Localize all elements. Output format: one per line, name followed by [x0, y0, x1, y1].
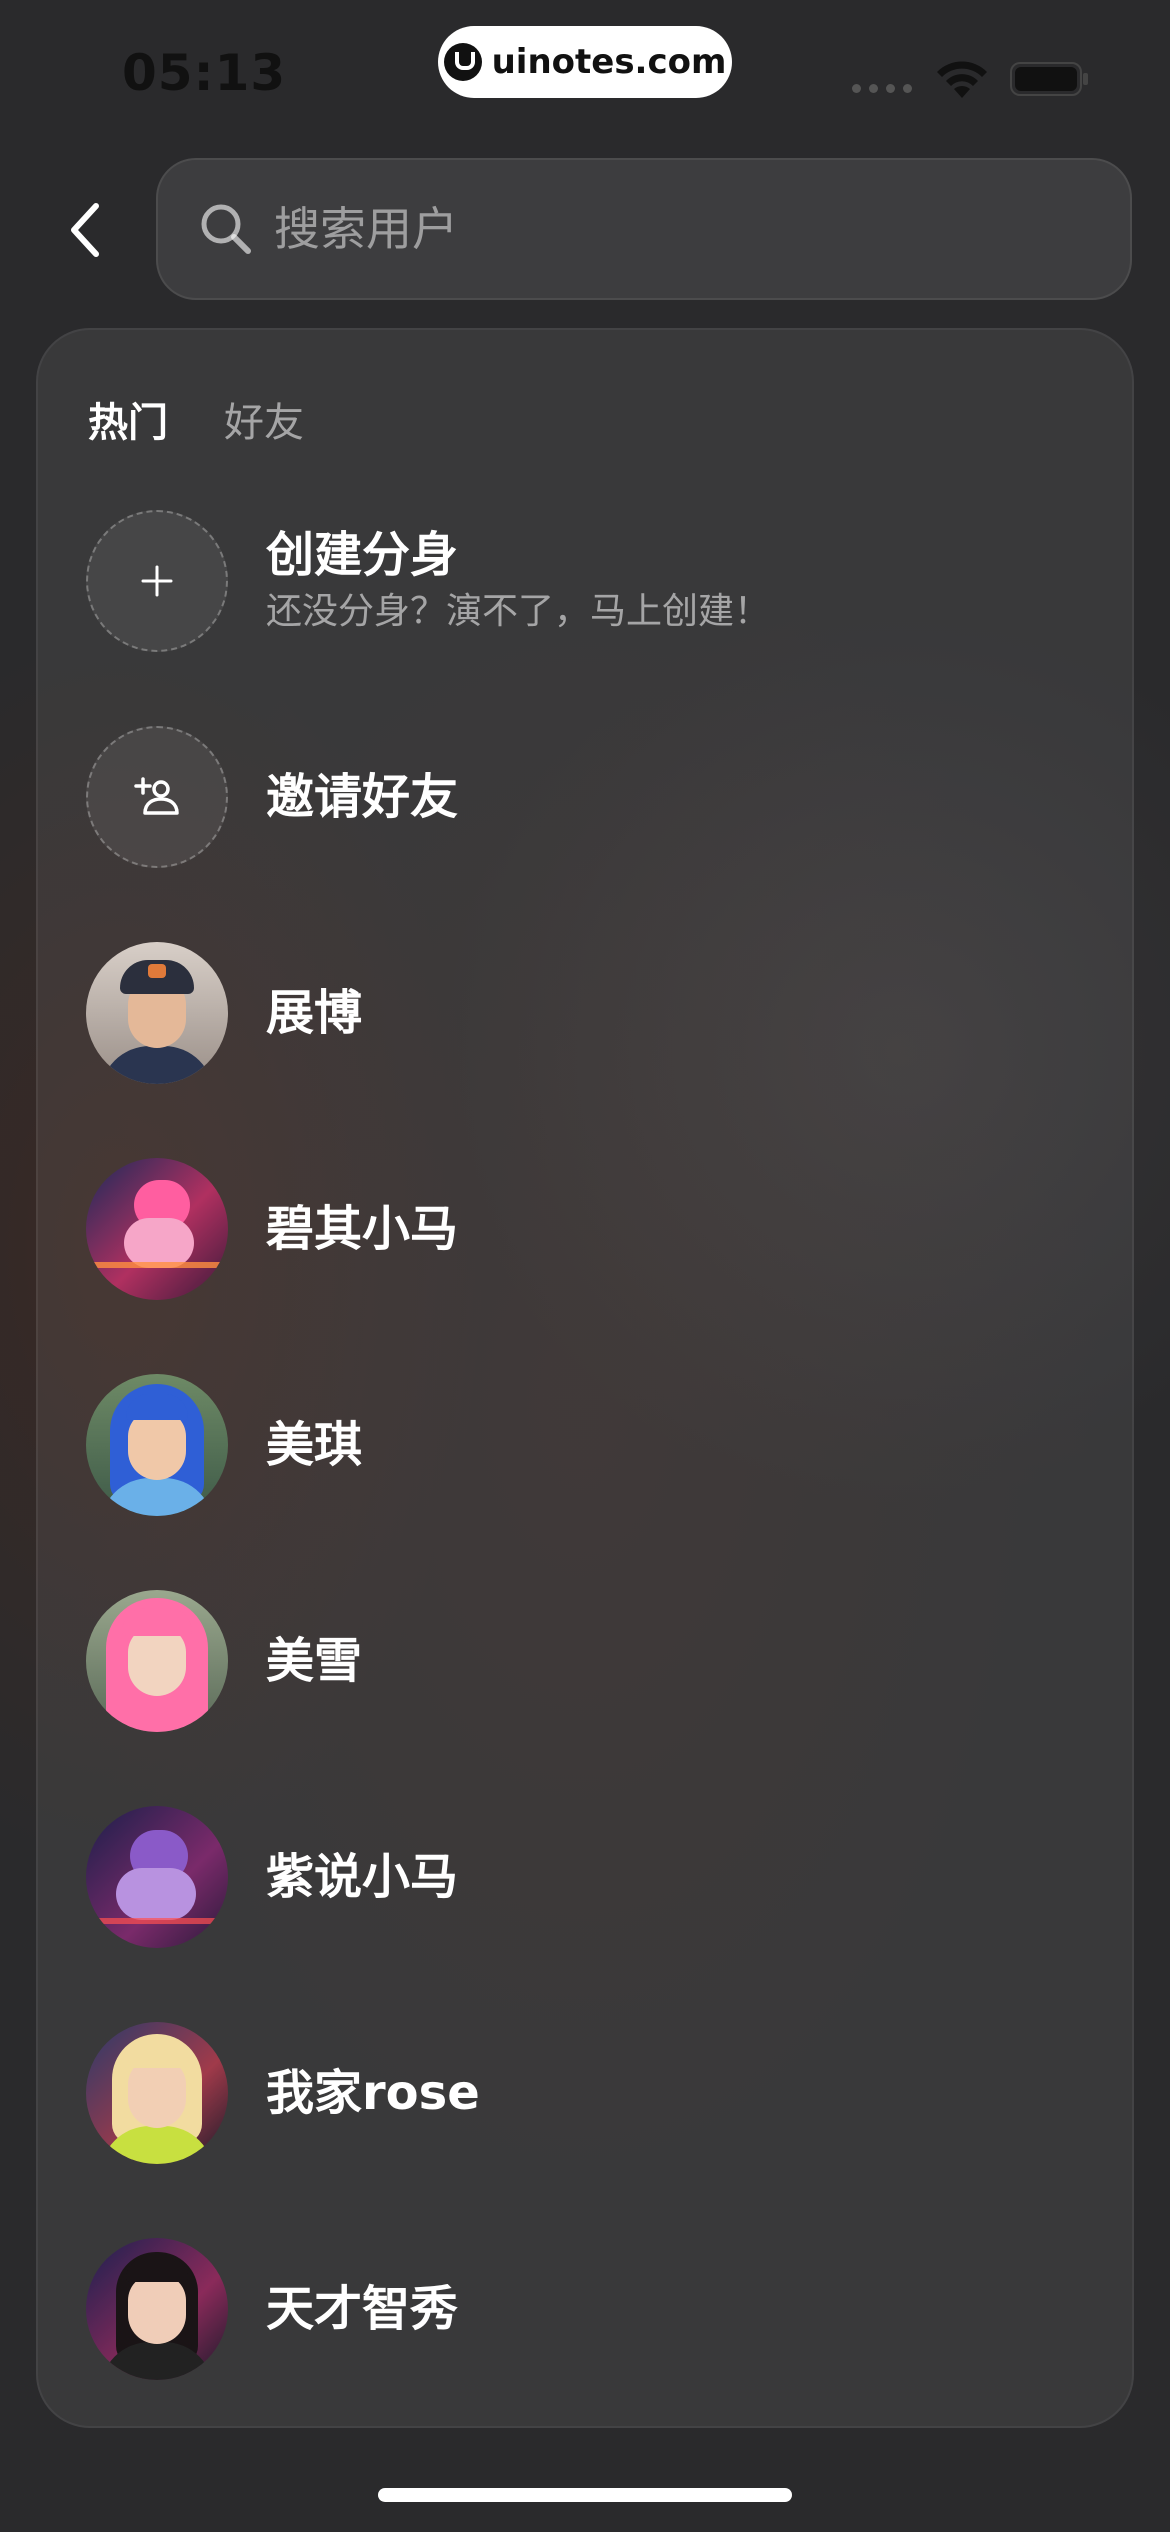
avatar	[86, 1590, 228, 1732]
user-list-item[interactable]: 天才智秀	[86, 2236, 1086, 2382]
watermark-text: uinotes.com	[491, 42, 727, 82]
back-button[interactable]	[44, 190, 124, 270]
wifi-icon	[937, 61, 987, 98]
create-clone-title: 创建分身	[266, 527, 459, 583]
user-list-item[interactable]: 美雪	[86, 1588, 1086, 1734]
invite-friends-button[interactable]	[86, 726, 228, 868]
avatar	[86, 2238, 228, 2380]
tab-bar: 热门 好友	[88, 390, 360, 448]
user-name: 展博	[266, 985, 363, 1041]
invite-friends-title: 邀请好友	[266, 769, 459, 825]
user-name: 美雪	[266, 1633, 363, 1689]
user-name: 美琪	[266, 1417, 363, 1473]
add-user-icon	[134, 777, 179, 815]
avatar	[86, 1374, 228, 1516]
user-list-item[interactable]: 美琪	[86, 1372, 1086, 1518]
avatar	[86, 2022, 228, 2164]
user-name: 天才智秀	[266, 2281, 459, 2337]
tab-hot[interactable]: 热门	[88, 390, 168, 448]
battery-icon	[1010, 62, 1088, 96]
status-bar: 05:13 uinotes.com	[0, 0, 1170, 150]
user-name: 我家rose	[266, 2065, 480, 2121]
user-list-item[interactable]: 紫说小马	[86, 1804, 1086, 1950]
search-bar[interactable]	[156, 158, 1132, 300]
create-clone-subtitle: 还没分身？演不了，马上创建！	[266, 591, 771, 632]
create-clone-button[interactable]	[86, 510, 228, 652]
search-input[interactable]	[272, 201, 1096, 257]
avatar	[86, 1158, 228, 1300]
user-name: 碧其小马	[266, 1201, 459, 1257]
user-list-panel: 热门 好友 创建分身 还没分身？演不了，马上创建！ 邀请好友 展博 碧其小马 美…	[36, 328, 1134, 2428]
home-indicator[interactable]	[378, 2488, 792, 2502]
create-clone-item[interactable]: 创建分身 还没分身？演不了，马上创建！	[86, 508, 1086, 654]
chevron-left-icon	[71, 203, 99, 257]
cellular-signal-icon	[852, 84, 912, 93]
user-list-item[interactable]: 我家rose	[86, 2020, 1086, 2166]
invite-friends-item[interactable]: 邀请好友	[86, 724, 1086, 870]
watermark-badge: uinotes.com	[438, 26, 732, 98]
search-icon	[201, 204, 251, 254]
avatar	[86, 942, 228, 1084]
user-name: 紫说小马	[266, 1849, 459, 1905]
tab-friends[interactable]: 好友	[224, 390, 304, 448]
user-list-item[interactable]: 碧其小马	[86, 1156, 1086, 1302]
status-time: 05:13	[122, 44, 287, 102]
watermark-logo-icon	[443, 43, 482, 81]
user-list-item[interactable]: 展博	[86, 940, 1086, 1086]
plus-icon	[141, 565, 173, 597]
avatar	[86, 1806, 228, 1948]
